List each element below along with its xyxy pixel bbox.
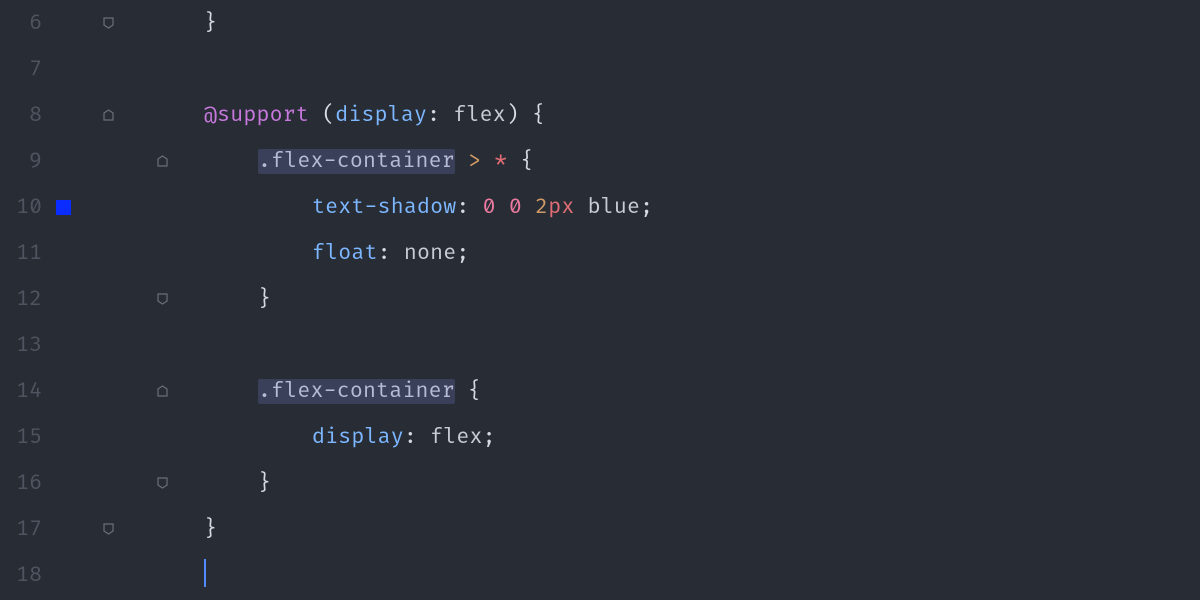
- token: }: [204, 517, 217, 542]
- code-text[interactable]: @support (display: flex) {: [198, 103, 545, 128]
- code-text[interactable]: text-shadow: 0 0 2px blue;: [306, 195, 653, 220]
- token: ;: [456, 241, 469, 266]
- code-text[interactable]: [198, 561, 206, 589]
- line-number: 8: [0, 103, 42, 128]
- token: .flex-container: [258, 149, 455, 174]
- code-line[interactable]: 14 .flex-container {: [0, 368, 1200, 414]
- code-line[interactable]: 8 @support (display: flex) {: [0, 92, 1200, 138]
- code-line[interactable]: 18: [0, 552, 1200, 598]
- fold-close-icon[interactable]: [157, 477, 168, 489]
- code-text[interactable]: .flex-container {: [252, 379, 481, 404]
- code-line[interactable]: 12 }: [0, 276, 1200, 322]
- fold-open-icon[interactable]: [157, 155, 168, 167]
- code-text[interactable]: }: [252, 287, 271, 312]
- token: blue: [588, 195, 641, 220]
- code-text[interactable]: }: [198, 11, 217, 36]
- token: [574, 195, 587, 220]
- token: float: [312, 241, 378, 266]
- line-number: 11: [0, 241, 42, 266]
- token: }: [258, 471, 271, 496]
- code-line[interactable]: 10 text-shadow: 0 0 2px blue;: [0, 184, 1200, 230]
- token: display: [335, 103, 427, 128]
- token: {: [520, 149, 533, 174]
- line-number: 17: [0, 517, 42, 542]
- token: (: [322, 103, 335, 128]
- token: 0: [483, 195, 496, 220]
- code-line[interactable]: 17 }: [0, 506, 1200, 552]
- token: }: [204, 11, 217, 36]
- line-number: 13: [0, 333, 42, 358]
- token: @support: [204, 103, 309, 128]
- line-number: 14: [0, 379, 42, 404]
- fold-open-icon[interactable]: [157, 385, 168, 397]
- code-text[interactable]: .flex-container > * {: [252, 149, 534, 174]
- token: flex: [430, 425, 483, 450]
- token: 2: [535, 195, 548, 220]
- line-number: 15: [0, 425, 42, 450]
- code-line[interactable]: 7: [0, 46, 1200, 92]
- token: .flex-container: [258, 379, 455, 404]
- line-number: 6: [0, 11, 42, 36]
- line-number: 7: [0, 57, 42, 82]
- token: [309, 103, 322, 128]
- token: none: [404, 241, 457, 266]
- fold-close-icon[interactable]: [157, 293, 168, 305]
- token: [481, 149, 494, 174]
- token: :: [404, 425, 417, 450]
- code-text[interactable]: }: [198, 517, 217, 542]
- token: [455, 379, 468, 404]
- code-line[interactable]: 6 }: [0, 0, 1200, 46]
- line-number: 12: [0, 287, 42, 312]
- line-number: 18: [0, 563, 42, 588]
- text-cursor: [204, 559, 206, 587]
- token: [519, 103, 532, 128]
- fold-open-icon[interactable]: [103, 109, 114, 121]
- code-line[interactable]: 15 display: flex;: [0, 414, 1200, 460]
- token: [455, 149, 468, 174]
- fold-close-icon[interactable]: [103, 523, 114, 535]
- token: flex: [453, 103, 506, 128]
- bookmark-icon[interactable]: [56, 200, 71, 215]
- token: :: [378, 241, 391, 266]
- code-editor[interactable]: 6 }78 @support (display: flex) {9 .flex-…: [0, 0, 1200, 600]
- token: [507, 149, 520, 174]
- code-text[interactable]: float: none;: [306, 241, 470, 266]
- code-text[interactable]: display: flex;: [306, 425, 496, 450]
- line-number: 9: [0, 149, 42, 174]
- token: [469, 195, 482, 220]
- fold-close-icon[interactable]: [103, 17, 114, 29]
- gutter-marks: [42, 200, 90, 215]
- token: 0: [509, 195, 522, 220]
- code-line[interactable]: 16 }: [0, 460, 1200, 506]
- token: ): [506, 103, 519, 128]
- token: *: [494, 149, 507, 174]
- line-number: 16: [0, 471, 42, 496]
- code-text[interactable]: }: [252, 471, 271, 496]
- token: [496, 195, 509, 220]
- line-number: 10: [0, 195, 42, 220]
- token: [391, 241, 404, 266]
- token: {: [532, 103, 545, 128]
- token: >: [468, 149, 481, 174]
- token: display: [312, 425, 404, 450]
- code-line[interactable]: 11 float: none;: [0, 230, 1200, 276]
- token: [440, 103, 453, 128]
- token: ;: [640, 195, 653, 220]
- token: [417, 425, 430, 450]
- token: {: [468, 379, 481, 404]
- token: :: [456, 195, 469, 220]
- token: px: [548, 195, 574, 220]
- code-line[interactable]: 13: [0, 322, 1200, 368]
- code-line[interactable]: 9 .flex-container > * {: [0, 138, 1200, 184]
- token: :: [427, 103, 440, 128]
- token: [522, 195, 535, 220]
- token: text-shadow: [312, 195, 456, 220]
- token: ;: [483, 425, 496, 450]
- token: }: [258, 287, 271, 312]
